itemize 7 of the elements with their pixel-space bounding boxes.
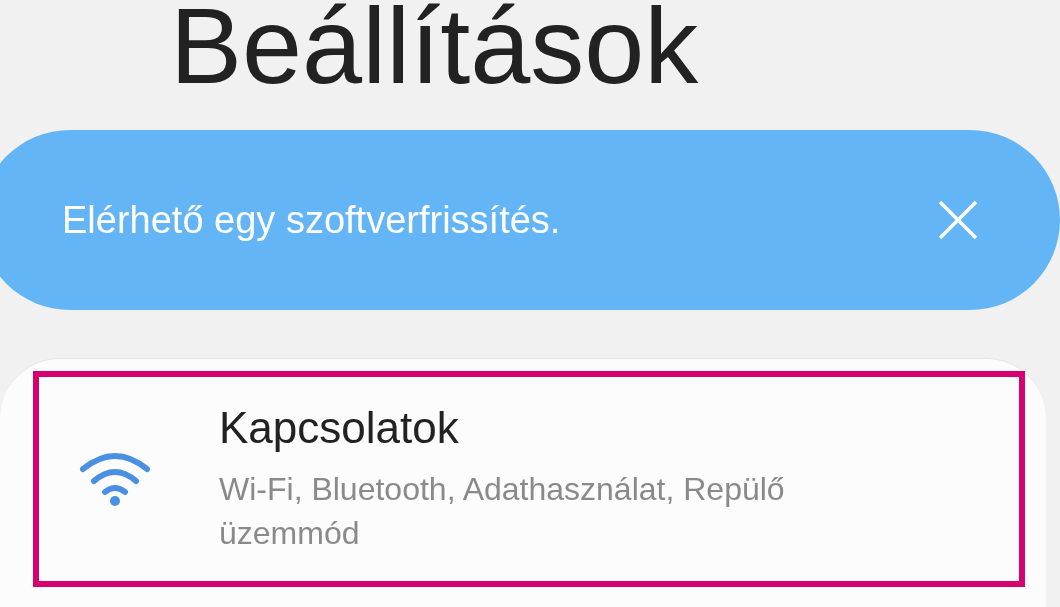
close-button[interactable] — [936, 198, 980, 242]
item-title: Kapcsolatok — [219, 403, 460, 453]
settings-item[interactable]: Kapcsolatok Wi-Fi, Bluetooth, Adathasználat, Repülő üzemmód — [33, 371, 1025, 587]
item-subtitle: Wi-Fi, Bluetooth, Adathasználat, Repülő üzemmód — [219, 470, 786, 553]
banner-message: Elérhető egy szoftverfrissítés. — [62, 198, 562, 242]
page-title: Beállítások — [170, 0, 700, 106]
wifi-icon — [79, 451, 151, 507]
